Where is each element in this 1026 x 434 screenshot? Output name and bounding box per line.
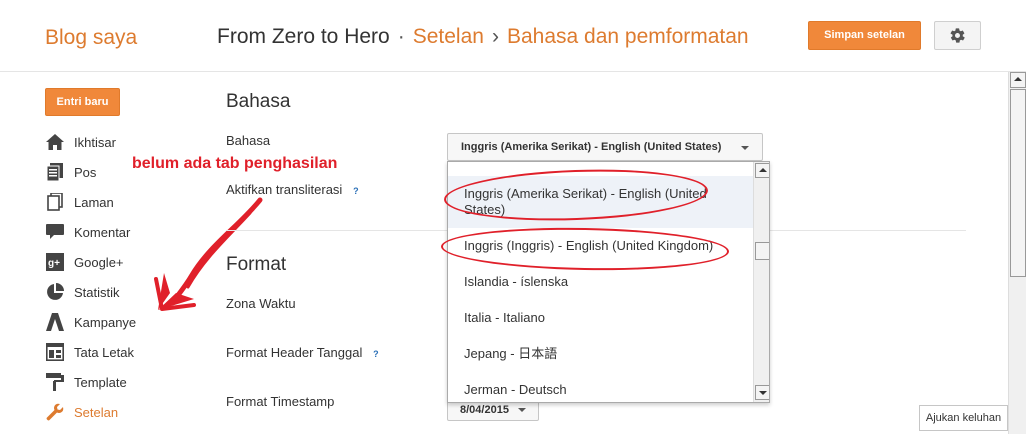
breadcrumb-settings-link[interactable]: Setelan [413, 25, 484, 48]
section-title-format: Format [226, 254, 287, 275]
timezone-label: Zona Waktu [226, 296, 296, 311]
language-label: Bahasa [226, 133, 271, 148]
sidebar-item-label: Statistik [74, 284, 120, 300]
breadcrumb-arrow: › [491, 25, 499, 48]
google-plus-icon: g+ [45, 253, 64, 272]
brand-link[interactable]: Blog saya [45, 26, 137, 50]
sidebar-item-layout[interactable]: Tata Letak [45, 341, 195, 363]
new-post-button[interactable]: Entri baru [45, 88, 120, 116]
breadcrumb-current: Bahasa dan pemformatan [506, 25, 749, 48]
date-header-format-label-text: Format Header Tanggal [226, 345, 363, 360]
language-option[interactable]: Jepang - 日本語 [448, 346, 753, 362]
wrench-icon [45, 403, 64, 422]
page-scrollbar[interactable] [1008, 72, 1026, 434]
timestamp-format-value: 8/04/2015 [460, 404, 509, 416]
settings-menu-button[interactable] [934, 21, 981, 50]
chevron-down-icon [741, 146, 749, 150]
gear-icon [950, 28, 965, 43]
sidebar-item-overview[interactable]: Ikhtisar [45, 131, 195, 153]
sidebar-item-template[interactable]: Template [45, 371, 195, 393]
posts-icon [45, 163, 64, 182]
top-header: Blog saya From Zero to Hero · Setelan › Baha… [0, 0, 1026, 72]
page-scroll-up-button[interactable] [1010, 72, 1026, 88]
language-option[interactable]: Italia - Italiano [448, 310, 753, 326]
sidebar-item-settings[interactable]: Setelan [45, 401, 195, 423]
template-roller-icon [45, 373, 64, 392]
dropdown-scroll-thumb[interactable] [755, 242, 769, 260]
sidebar-item-label: Pos [74, 164, 97, 180]
scroll-down-button[interactable] [755, 385, 769, 400]
annotation-note: belum ada tab penghasilan [132, 155, 338, 172]
language-option[interactable]: Jerman - Deutsch [448, 382, 753, 398]
scroll-up-arrow-icon [1014, 77, 1022, 81]
transliteration-label: Aktifkan transliterasi? [226, 182, 361, 197]
sidebar-item-label: Template [74, 374, 127, 390]
send-feedback-button[interactable]: Ajukan keluhan [919, 405, 1008, 431]
date-header-format-label: Format Header Tanggal? [226, 345, 381, 360]
sidebar-item-label: Komentar [74, 224, 131, 240]
svg-text:g+: g+ [48, 258, 60, 269]
pages-icon [45, 193, 64, 212]
timestamp-format-label: Format Timestamp [226, 394, 335, 409]
scroll-up-arrow-icon [759, 168, 767, 172]
campaign-icon [45, 313, 64, 332]
home-icon [45, 133, 64, 152]
help-icon[interactable]: ? [370, 349, 381, 360]
help-icon[interactable]: ? [350, 186, 361, 197]
page-scroll-thumb[interactable] [1010, 89, 1026, 277]
language-select[interactable]: Inggris (Amerika Serikat) - English (Uni… [447, 133, 763, 161]
sidebar-item-label: Kampanye [74, 314, 137, 330]
chevron-down-icon [518, 408, 526, 412]
breadcrumb-dot: · [397, 25, 405, 48]
language-select-value: Inggris (Amerika Serikat) - English (Uni… [461, 141, 722, 153]
layout-icon [45, 343, 64, 362]
stats-pie-icon [45, 283, 64, 302]
scroll-down-arrow-icon [759, 391, 767, 395]
sidebar-item-label: Laman [74, 194, 114, 210]
save-settings-button[interactable]: Simpan setelan [808, 21, 921, 50]
sidebar-item-label: Setelan [74, 404, 119, 420]
sidebar-item-label: Google+ [74, 254, 124, 270]
breadcrumb: From Zero to Hero · Setelan › Bahasa dan pem… [217, 25, 749, 49]
breadcrumb-blog-name: From Zero to Hero [217, 25, 390, 48]
scroll-up-button[interactable] [755, 163, 769, 178]
comment-icon [45, 223, 64, 242]
sidebar-item-label: Tata Letak [74, 344, 134, 360]
language-option[interactable]: Islandia - íslenska [448, 274, 753, 290]
transliteration-label-text: Aktifkan transliterasi [226, 182, 343, 197]
sidebar-item-label: Ikhtisar [74, 134, 116, 150]
dropdown-scrollbar[interactable] [753, 162, 769, 402]
section-title-language: Bahasa [226, 91, 291, 112]
